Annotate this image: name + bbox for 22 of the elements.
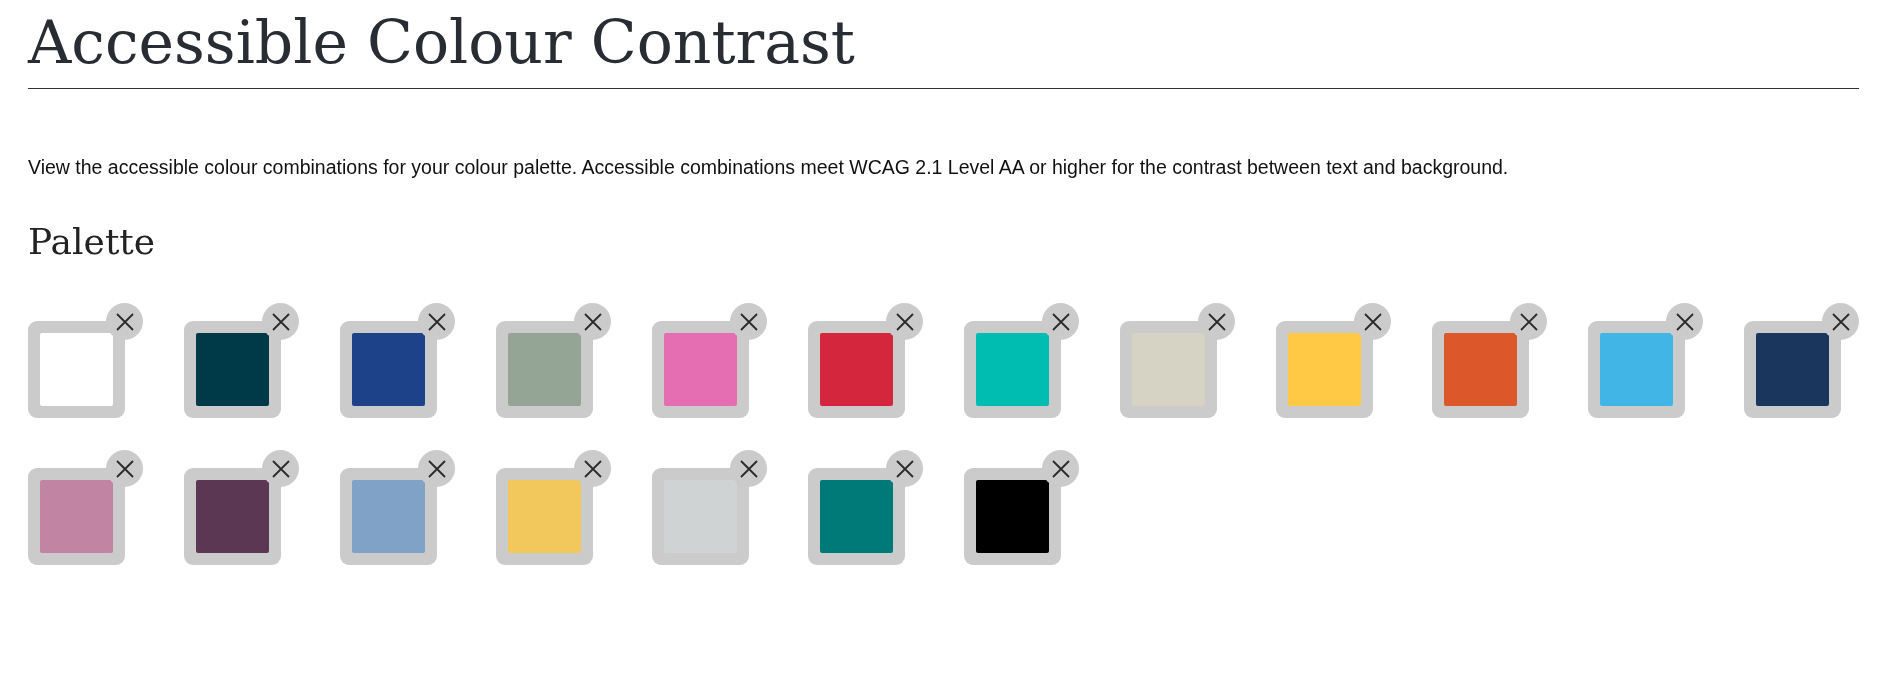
close-icon — [582, 311, 603, 332]
close-icon — [114, 311, 135, 332]
close-icon — [1362, 311, 1383, 332]
close-icon — [894, 458, 915, 479]
close-icon — [426, 458, 447, 479]
close-icon — [894, 311, 915, 332]
page-title: Accessible Colour Contrast — [28, 6, 856, 78]
intro-text: View the accessible colour combinations for your colour palette. Accessible combinations meet WCAG 2.1 Level AA or higher for the contrast between text and background. — [28, 155, 1510, 180]
close-icon — [270, 458, 291, 479]
close-icon — [270, 311, 291, 332]
close-icon — [426, 311, 447, 332]
close-icon — [1050, 311, 1071, 332]
close-icon — [114, 458, 135, 479]
close-icon — [582, 458, 603, 479]
close-icon — [1206, 311, 1227, 332]
close-icon — [1050, 458, 1071, 479]
close-icon — [1830, 311, 1851, 332]
close-icon — [1674, 311, 1695, 332]
close-icon — [1518, 311, 1539, 332]
close-icon — [738, 458, 759, 479]
close-icon — [738, 311, 759, 332]
section-heading: Palette — [28, 220, 157, 264]
